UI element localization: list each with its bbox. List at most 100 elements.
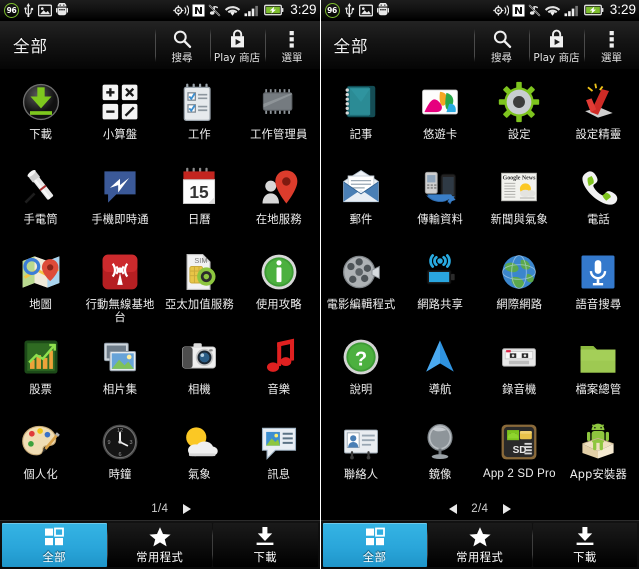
app-icon-music-note[interactable]: 音樂 [239, 327, 318, 412]
app-icon-transfer-data[interactable]: 傳輸資料 [401, 157, 480, 242]
weather-sun-cloud-icon [176, 418, 223, 465]
app-label: 錄音機 [502, 383, 537, 396]
app-icon-settings-gear[interactable]: 設定 [480, 72, 559, 157]
play-store-button[interactable]: Play 商店 [529, 21, 584, 69]
overflow-menu-button[interactable]: 選單 [584, 21, 639, 69]
app-icon-tethering[interactable]: 網路共享 [401, 242, 480, 327]
app-icon-maps[interactable]: 地圖 [1, 242, 80, 327]
info-guide-icon [255, 248, 302, 295]
wifi-icon [225, 5, 241, 16]
app-icon-info-guide[interactable]: 使用攻略 [239, 242, 318, 327]
app-icon-stocks-chart[interactable]: 股票 [1, 327, 80, 412]
app-icon-browser-globe[interactable]: 網際網路 [480, 242, 559, 327]
status-bar-clock: 3:29 [290, 2, 317, 18]
next-page-arrow[interactable] [182, 503, 191, 514]
app-icon-easycard[interactable]: 悠遊卡 [401, 72, 480, 157]
voice-search-mic-icon [575, 248, 622, 295]
grid-icon [364, 526, 386, 548]
app-icon-notes-notebook[interactable]: 記事 [322, 72, 401, 157]
page-title: 全部 [13, 37, 48, 56]
app-icon-weather-sun-cloud[interactable]: 氣象 [160, 412, 239, 497]
battery-percent-badge: 96 [324, 2, 340, 18]
app-label: 電話 [586, 213, 610, 226]
app-icon-camera[interactable]: 相機 [160, 327, 239, 412]
app-icon-gallery-photos[interactable]: 相片集 [80, 327, 159, 412]
app-icon-app2sd[interactable]: SD App 2 SD Pro [480, 412, 559, 497]
app-icon-flashlight[interactable]: 手電筒 [1, 157, 80, 242]
download-circle-icon [17, 78, 64, 125]
app-icon-tasks-notepad[interactable]: 工作 [160, 72, 239, 157]
app-icon-personalize-palette[interactable]: 個人化 [1, 412, 80, 497]
app-icon-messenger-bolt[interactable]: 手機即時通 [80, 157, 159, 242]
app-grid-page-2[interactable]: 記事 悠遊卡 設定 設定精靈郵件 傳輸資料 Google News 新聞與氣象 電話電影編輯程… [321, 69, 640, 497]
app-icon-local-places-pin[interactable]: 在地服務 [239, 157, 318, 242]
app-label: 訊息 [267, 468, 291, 481]
news-weather-icon: Google News [496, 163, 543, 210]
tab-downloads[interactable]: 下載 [212, 523, 318, 567]
easycard-icon [417, 78, 464, 125]
app-icon-app-installer-android[interactable]: App安裝器 [559, 412, 638, 497]
app-icon-calendar-15[interactable]: 15 日曆 [160, 157, 239, 242]
settings-gear-icon [496, 78, 543, 125]
flashlight-icon [17, 163, 64, 210]
app-icon-voice-recorder-tape[interactable]: 錄音機 [480, 327, 559, 412]
next-page-arrow[interactable] [502, 503, 511, 514]
app-icon-sim-value-added[interactable]: SIM 亞太加值服務 [160, 242, 239, 327]
play-store-label: Play 商店 [533, 52, 580, 64]
svg-text:3: 3 [130, 439, 133, 445]
app-icon-movie-editor-reel[interactable]: 電影編輯程式 [322, 242, 401, 327]
app-icon-mirror[interactable]: 鏡像 [401, 412, 480, 497]
tab-downloads[interactable]: 下載 [531, 523, 638, 567]
android-debug-icon [56, 3, 68, 16]
browser-globe-icon [496, 248, 543, 295]
mirror-icon [417, 418, 464, 465]
star-icon [468, 526, 492, 548]
app-icon-mobile-hotspot-tower[interactable]: 行動無線基地台 [80, 242, 159, 327]
app-icon-voice-search-mic[interactable]: 語音搜尋 [559, 242, 638, 327]
app-icon-calculator[interactable]: 小算盤 [80, 72, 159, 157]
search-button[interactable]: 搜尋 [474, 21, 529, 69]
app-drawer-header: 全部 搜尋 Play 商店 選單 [0, 21, 320, 69]
app-icon-task-manager-chip[interactable]: 工作管理員 [239, 72, 318, 157]
app-icon-download-circle[interactable]: 下載 [1, 72, 80, 157]
status-bar: 96 3:29 [0, 0, 320, 21]
app-icon-help-question[interactable]: ? 說明 [322, 327, 401, 412]
menu-label: 選單 [281, 52, 303, 64]
app-icon-news-weather[interactable]: Google News 新聞與氣象 [480, 157, 559, 242]
app-icon-setup-wizard-check[interactable]: 設定精靈 [559, 72, 638, 157]
signal-bars-icon [244, 5, 259, 16]
app-icon-messages-bubble[interactable]: 訊息 [239, 412, 318, 497]
phone-screen-page-1: 96 3:29 全部 搜尋 Play 商店 選單 下載 小算盤 工作 工作管理員… [0, 0, 320, 569]
menu-label: 選單 [601, 52, 622, 64]
app-grid-page-1[interactable]: 下載 小算盤 工作 工作管理員 手電筒 手機即時通 15 日曆 在地服務 地圖 行動無線基地台 SIM… [0, 69, 320, 497]
tab-all[interactable]: 全部 [2, 523, 107, 567]
app-icon-phone-handset[interactable]: 電話 [559, 157, 638, 242]
app-icon-clock[interactable]: 12 3 6 9 時鐘 [80, 412, 159, 497]
play-store-button[interactable]: Play 商店 [209, 21, 265, 69]
app-icon-mail-envelope[interactable]: 郵件 [322, 157, 401, 242]
camera-icon [176, 333, 223, 380]
help-question-icon: ? [338, 333, 385, 380]
app-icon-contacts-card[interactable]: 聯絡人 [322, 412, 401, 497]
prev-page-arrow[interactable] [448, 503, 457, 514]
clock-icon: 12 3 6 9 [97, 418, 144, 465]
tethering-icon [417, 248, 464, 295]
app-label: 設定 [507, 128, 531, 141]
tab-favorites[interactable]: 常用程式 [426, 523, 532, 567]
grid-icon [43, 526, 65, 548]
app-icon-file-manager-folder[interactable]: 檔案總管 [559, 327, 638, 412]
app-icon-navigation-arrow[interactable]: 導航 [401, 327, 480, 412]
image-icon [38, 4, 52, 16]
music-note-icon [255, 333, 302, 380]
tab-all[interactable]: 全部 [322, 523, 427, 567]
dual-screenshot-stage: 96 3:29 全部 搜尋 Play 商店 選單 下載 小算盤 工作 工作管理員… [0, 0, 640, 569]
star-icon [148, 526, 172, 548]
search-button[interactable]: 搜尋 [154, 21, 210, 69]
tab-favorites[interactable]: 常用程式 [106, 523, 212, 567]
app-label: 相片集 [102, 383, 138, 396]
overflow-menu-button[interactable]: 選單 [264, 21, 320, 69]
overflow-menu-icon [609, 28, 615, 49]
local-places-pin-icon [255, 163, 302, 210]
app-label: App 2 SD Pro [482, 468, 556, 480]
svg-text:SIM: SIM [195, 255, 208, 264]
